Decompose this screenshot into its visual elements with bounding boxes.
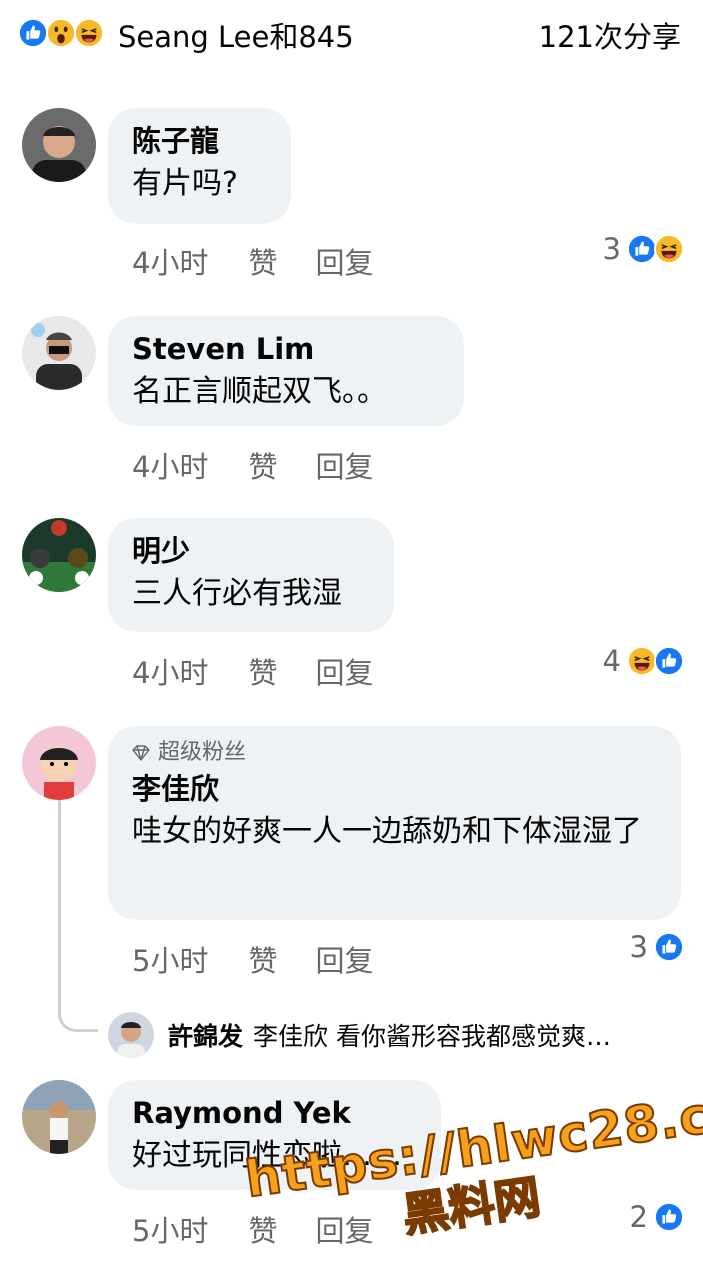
comment-bubble: 明少 三人行必有我湿	[108, 518, 394, 632]
reaction-count: 4	[602, 644, 621, 678]
commenter-name[interactable]: 明少	[132, 530, 370, 572]
comment-actions: 4小时 赞 回复	[132, 444, 411, 486]
shares-count[interactable]: 121次分享	[539, 14, 681, 56]
comment-reactions[interactable]: 3	[630, 930, 681, 964]
like-button[interactable]: 赞	[248, 938, 277, 980]
like-icon	[18, 18, 48, 48]
reactions-summary-bar: Seang Lee和845 121次分享	[0, 0, 703, 70]
avatar[interactable]	[22, 1080, 96, 1154]
like-button[interactable]: 赞	[248, 240, 277, 282]
like-icon	[627, 234, 657, 264]
comment-actions: 4小时 赞 回复	[132, 650, 411, 692]
comment-text: 三人行必有我湿	[132, 576, 342, 611]
avatar[interactable]	[22, 316, 96, 390]
comment-text: 有片吗?	[132, 166, 238, 201]
reaction-count: 3	[602, 232, 621, 266]
like-icon	[654, 932, 684, 962]
comment-time[interactable]: 4小时	[132, 240, 208, 282]
reply-button[interactable]: 回复	[315, 938, 373, 980]
reaction-icons[interactable]	[18, 18, 102, 48]
comment-bubble: 超级粉丝 李佳欣 哇女的好爽一人一边舔奶和下体湿湿了	[108, 726, 681, 920]
comment-reactions[interactable]: 4	[603, 644, 681, 678]
comment-bubble: 陈子龍 有片吗?	[108, 108, 291, 224]
comment-text: 哇女的好爽一人一边舔奶和下体湿湿了	[132, 814, 642, 849]
comment-reactions[interactable]: 3	[603, 232, 681, 266]
avatar[interactable]	[22, 518, 96, 592]
diamond-icon	[132, 745, 150, 761]
reply-button[interactable]: 回复	[315, 444, 373, 486]
comment-time[interactable]: 5小时	[132, 938, 208, 980]
commenter-name[interactable]: Steven Lim	[132, 328, 440, 370]
reply-author[interactable]: 許錦发	[168, 1017, 243, 1053]
comment-bubble: Steven Lim 名正言顺起双飞。。	[108, 316, 464, 426]
like-button[interactable]: 赞	[248, 444, 277, 486]
reactors-text[interactable]: Seang Lee和845	[118, 14, 354, 56]
comment-actions: 4小时 赞 回复	[132, 240, 411, 282]
thread-connector	[58, 800, 98, 1032]
reply-text: 李佳欣 看你酱形容我都感觉爽…	[253, 1022, 611, 1051]
like-button[interactable]: 赞	[248, 650, 277, 692]
haha-icon	[627, 646, 657, 676]
commenter-name[interactable]: 李佳欣	[132, 768, 657, 810]
haha-icon	[654, 234, 684, 264]
haha-icon	[74, 18, 104, 48]
like-icon	[654, 646, 684, 676]
badge-label: 超级粉丝	[158, 740, 247, 765]
top-fan-badge: 超级粉丝	[132, 738, 657, 768]
reply-preview[interactable]: 許錦发 李佳欣 看你酱形容我都感觉爽…	[108, 1012, 611, 1058]
comment-time[interactable]: 4小时	[132, 444, 208, 486]
comment-actions: 5小时 赞 回复	[132, 938, 411, 980]
comment-time[interactable]: 4小时	[132, 650, 208, 692]
avatar[interactable]	[22, 726, 96, 800]
avatar[interactable]	[108, 1012, 154, 1058]
comment-text: 名正言顺起双飞。。	[132, 374, 387, 409]
reply-button[interactable]: 回复	[315, 650, 373, 692]
commenter-name[interactable]: 陈子龍	[132, 120, 267, 162]
reaction-count: 3	[629, 930, 648, 964]
commenter-name[interactable]: Raymond Yek	[132, 1092, 417, 1134]
reply-button[interactable]: 回复	[315, 240, 373, 282]
avatar[interactable]	[22, 108, 96, 182]
comment-time[interactable]: 5小时	[132, 1208, 208, 1250]
wow-icon	[46, 18, 76, 48]
